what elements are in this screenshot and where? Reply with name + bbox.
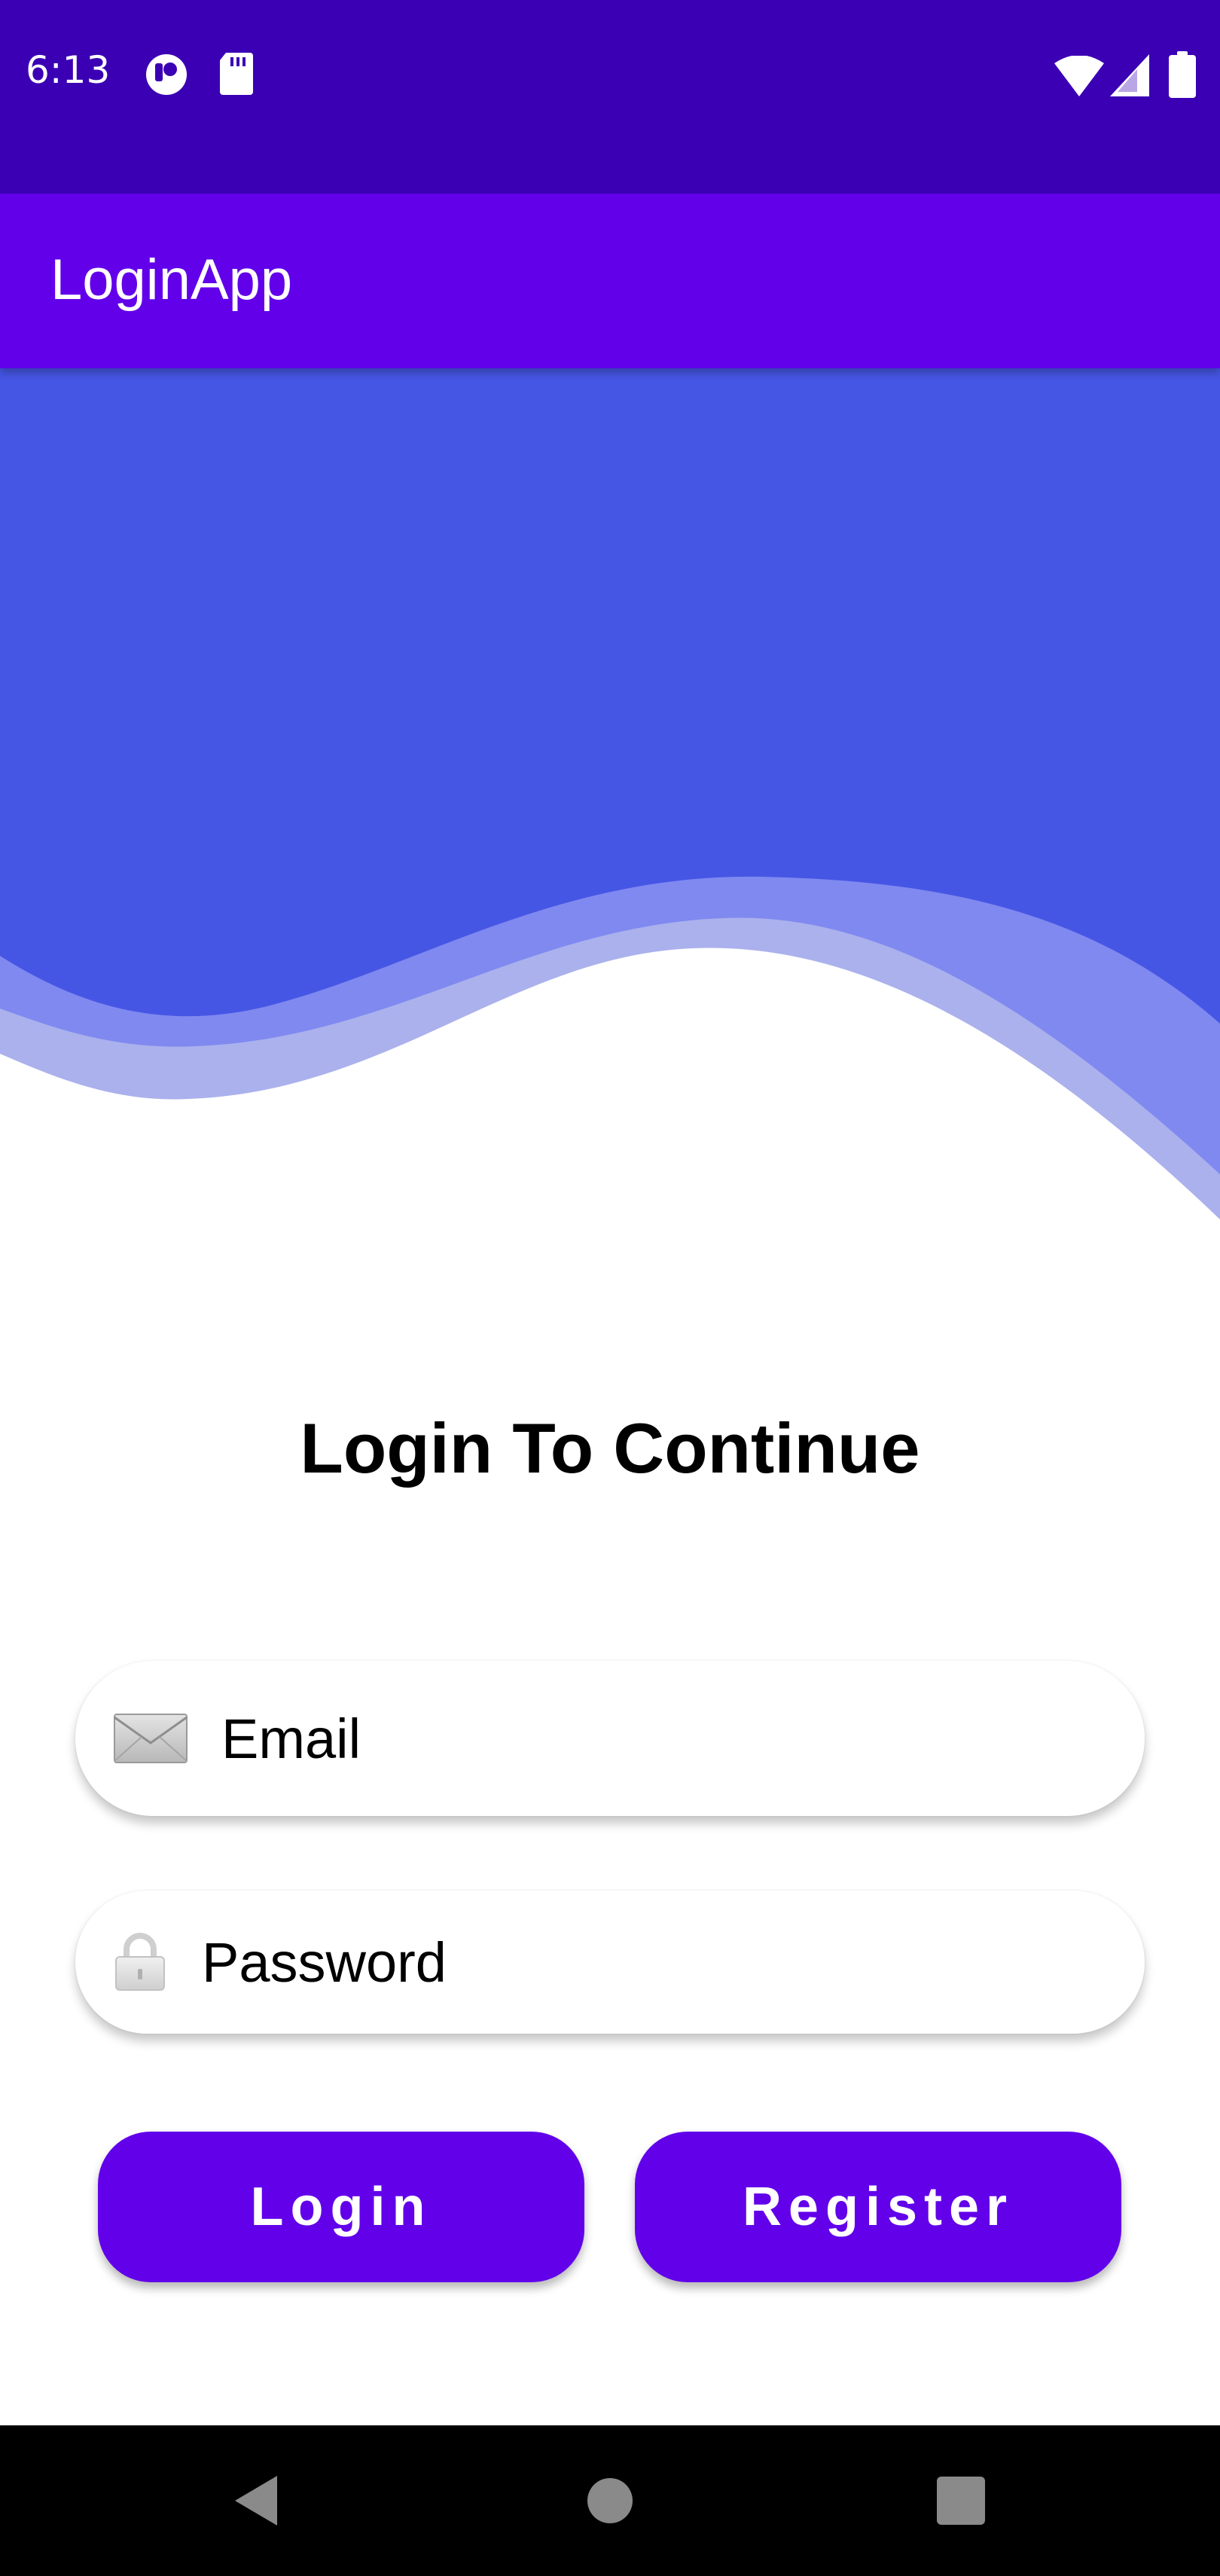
battery-icon	[1169, 51, 1196, 98]
login-screen: 6:13 LoginApp Login To Continue Email Lo…	[0, 0, 1220, 2576]
home-button[interactable]	[565, 2425, 655, 2576]
recents-icon	[937, 2477, 985, 2525]
back-button[interactable]	[211, 2425, 301, 2576]
login-heading: Login To Continue	[300, 1409, 920, 1488]
lock-icon	[115, 1933, 165, 1991]
status-bar: 6:13	[0, 0, 1220, 194]
wifi-icon	[1054, 56, 1104, 96]
email-field[interactable]	[75, 1661, 1145, 1816]
status-time: 6:13	[26, 48, 111, 92]
email-input[interactable]	[221, 1693, 1145, 1784]
cellular-signal-icon	[1110, 54, 1149, 96]
app-title: LoginApp	[50, 248, 293, 312]
envelope-icon	[114, 1714, 188, 1763]
home-icon	[587, 2478, 633, 2523]
register-button[interactable]: Register	[635, 2132, 1121, 2282]
navigation-bar	[0, 2425, 1220, 2576]
back-icon	[235, 2476, 277, 2526]
password-field[interactable]	[75, 1891, 1145, 2034]
sd-card-icon	[220, 53, 253, 95]
password-input[interactable]	[202, 1917, 1145, 2007]
record-icon	[146, 54, 187, 95]
login-button[interactable]: Login	[98, 2132, 584, 2282]
recents-button[interactable]	[916, 2425, 1006, 2576]
app-bar: LoginApp	[0, 194, 1220, 368]
wave-header	[0, 368, 1220, 1219]
